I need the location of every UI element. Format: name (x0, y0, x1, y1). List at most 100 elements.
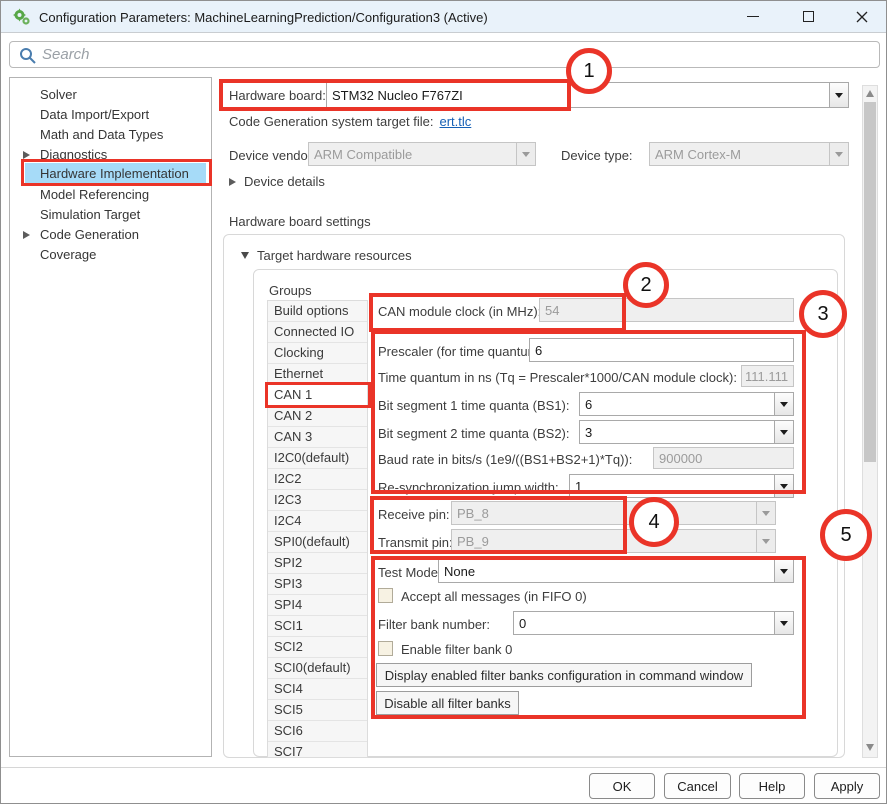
sidebar-item-code-generation[interactable]: Code Generation (10, 225, 211, 245)
transmit-pin-label: Transmit pin: (378, 535, 453, 550)
bs1-label: Bit segment 1 time quanta (BS1): (378, 398, 569, 413)
group-item-i2c0[interactable]: I2C0(default) (268, 448, 367, 469)
ok-button[interactable]: OK (589, 773, 655, 799)
sidebar-tree: Solver Data Import/Export Math and Data … (9, 77, 212, 757)
scrollbar-thumb[interactable] (864, 102, 876, 462)
ert-tlc-link[interactable]: ert.tlc (440, 114, 472, 129)
bs2-combo[interactable]: 3 (579, 420, 794, 444)
sidebar-item-math-and-data-types[interactable]: Math and Data Types (10, 125, 211, 145)
group-item-can1[interactable]: CAN 1 (268, 385, 367, 406)
device-vendor-dropdown-button (516, 143, 535, 165)
group-item-can2[interactable]: CAN 2 (268, 406, 367, 427)
group-item-ethernet[interactable]: Ethernet (268, 364, 367, 385)
close-icon (856, 11, 868, 23)
sidebar-item-simulation-target[interactable]: Simulation Target (10, 205, 211, 225)
disable-filter-banks-button[interactable]: Disable all filter banks (376, 691, 519, 715)
help-button[interactable]: Help (739, 773, 805, 799)
chevron-down-icon (762, 539, 770, 544)
target-hardware-resources-expander[interactable]: Target hardware resources (241, 248, 412, 263)
group-item-spi3[interactable]: SPI3 (268, 574, 367, 595)
sidebar-item-model-referencing[interactable]: Model Referencing (10, 185, 211, 205)
group-item-sci2[interactable]: SCI2 (268, 637, 367, 658)
cancel-button[interactable]: Cancel (664, 773, 731, 799)
scroll-down-button[interactable] (866, 744, 875, 753)
group-item-i2c4[interactable]: I2C4 (268, 511, 367, 532)
search-box (9, 41, 880, 68)
device-type-combo: ARM Cortex-M (649, 142, 849, 166)
device-vendor-value: ARM Compatible (309, 147, 516, 162)
accept-all-messages-checkbox[interactable] (378, 588, 393, 603)
chevron-up-icon (866, 90, 874, 97)
enable-filter-bank-checkbox[interactable] (378, 641, 393, 656)
group-item-spi2[interactable]: SPI2 (268, 553, 367, 574)
bs2-dropdown-button[interactable] (774, 421, 793, 443)
resync-jump-width-value: 1 (570, 479, 774, 494)
sidebar-item-diagnostics[interactable]: Diagnostics (10, 145, 211, 165)
vertical-scrollbar[interactable] (862, 85, 878, 758)
group-item-i2c3[interactable]: I2C3 (268, 490, 367, 511)
sidebar-item-coverage[interactable]: Coverage (10, 245, 211, 265)
target-file-label: Code Generation system target file: (229, 114, 434, 129)
bs1-dropdown-button[interactable] (774, 393, 793, 415)
group-item-can3[interactable]: CAN 3 (268, 427, 367, 448)
group-item-clocking[interactable]: Clocking (268, 343, 367, 364)
filter-bank-number-label: Filter bank number: (378, 617, 490, 632)
bs1-combo[interactable]: 6 (579, 392, 794, 416)
scroll-up-button[interactable] (866, 90, 875, 99)
group-item-sci6[interactable]: SCI6 (268, 721, 367, 742)
group-item-i2c2[interactable]: I2C2 (268, 469, 367, 490)
apply-button[interactable]: Apply (814, 773, 880, 799)
sidebar-item-solver[interactable]: Solver (10, 85, 211, 105)
transmit-pin-value: PB_9 (452, 534, 756, 549)
device-details-expander[interactable]: Device details (229, 174, 325, 189)
maximize-button[interactable] (787, 1, 829, 32)
hardware-board-dropdown-button[interactable] (829, 83, 848, 107)
resync-jump-width-combo[interactable]: 1 (569, 474, 794, 498)
group-item-spi4[interactable]: SPI4 (268, 595, 367, 616)
group-item-build-options[interactable]: Build options (268, 301, 367, 322)
close-button[interactable] (841, 1, 883, 32)
display-filter-banks-button[interactable]: Display enabled filter banks configurati… (376, 663, 752, 687)
group-item-connected-io[interactable]: Connected IO (268, 322, 367, 343)
receive-pin-combo: PB_8 (451, 501, 776, 525)
test-mode-combo[interactable]: None (438, 559, 794, 583)
chevron-down-icon (522, 152, 530, 157)
filter-bank-number-combo[interactable]: 0 (513, 611, 794, 635)
target-hardware-resources-label: Target hardware resources (257, 248, 412, 263)
hardware-board-combo[interactable]: STM32 Nucleo F767ZI (326, 82, 849, 108)
prescaler-field[interactable]: 6 (529, 338, 794, 362)
minimize-icon (747, 16, 759, 17)
test-mode-dropdown-button[interactable] (774, 560, 793, 582)
search-input[interactable] (42, 43, 862, 66)
target-file-row: Code Generation system target file: ert.… (229, 114, 471, 129)
group-item-sci4[interactable]: SCI4 (268, 679, 367, 700)
group-item-sci1[interactable]: SCI1 (268, 616, 367, 637)
sidebar-item-data-import-export[interactable]: Data Import/Export (10, 105, 211, 125)
window-title: Configuration Parameters: MachineLearnin… (39, 10, 488, 25)
title-bar: Configuration Parameters: MachineLearnin… (1, 1, 886, 33)
baud-rate-field: 900000 (653, 447, 794, 469)
time-quantum-field: 111.111 (741, 365, 794, 387)
chevron-down-icon (866, 744, 874, 751)
transmit-pin-dropdown-button (756, 530, 775, 552)
accept-all-messages-label: Accept all messages (in FIFO 0) (401, 589, 587, 604)
group-item-spi0[interactable]: SPI0(default) (268, 532, 367, 553)
group-item-sci5[interactable]: SCI5 (268, 700, 367, 721)
sidebar-item-hardware-implementation[interactable]: Hardware Implementation (10, 164, 211, 184)
group-item-sci0[interactable]: SCI0(default) (268, 658, 367, 679)
filter-bank-number-value: 0 (514, 616, 774, 631)
transmit-pin-combo: PB_9 (451, 529, 776, 553)
enable-filter-bank-label: Enable filter bank 0 (401, 642, 512, 657)
expand-arrow-icon (229, 178, 236, 186)
test-mode-label: Test Mode: (378, 565, 442, 580)
group-item-sci7[interactable]: SCI7 (268, 742, 367, 758)
hardware-board-label: Hardware board: (229, 88, 326, 103)
device-type-label: Device type: (561, 148, 633, 163)
can-module-clock-field: 54 (539, 298, 794, 322)
resync-jump-width-label: Re-synchronization jump width: (378, 480, 559, 495)
minimize-button[interactable] (732, 1, 774, 32)
hardware-board-value: STM32 Nucleo F767ZI (327, 88, 829, 103)
filter-bank-dropdown-button[interactable] (774, 612, 793, 634)
chevron-down-icon (780, 621, 788, 626)
resync-jump-dropdown-button[interactable] (774, 475, 793, 497)
